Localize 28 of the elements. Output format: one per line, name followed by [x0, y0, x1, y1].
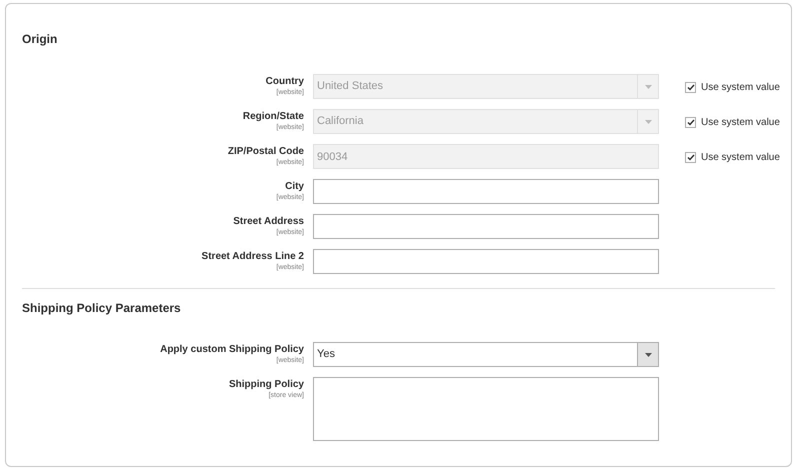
check-icon [686, 154, 694, 161]
text-field[interactable] [313, 179, 659, 204]
checkbox-label: Use system value [701, 116, 780, 130]
text-field[interactable] [313, 249, 659, 274]
checkbox-label: Use system value [701, 151, 780, 165]
field-label: ZIP/Postal Code [228, 146, 304, 158]
caret-icon [644, 120, 652, 124]
checkbox-label: Use system value [701, 81, 780, 95]
field-label: Region/State [242, 111, 304, 123]
text-area[interactable] [313, 377, 659, 441]
check-icon [686, 84, 694, 91]
dropdown-button[interactable] [637, 343, 658, 366]
caret-icon [644, 84, 652, 88]
caret-icon [644, 352, 652, 356]
field-label: Country [266, 76, 304, 88]
field-label: Street Address Line 2 [202, 251, 304, 263]
section-title: Shipping Policy Parameters [22, 301, 182, 315]
field-label: Apply custom Shipping Policy [160, 344, 304, 356]
section-title: Origin [22, 32, 58, 46]
select-value: Yes [316, 347, 336, 362]
select-value: California [316, 114, 364, 130]
check-icon [686, 119, 694, 126]
field-label: City [285, 181, 304, 193]
select-field[interactable]: Yes [313, 342, 659, 367]
field-label: Street Address [233, 216, 304, 228]
text-field[interactable] [313, 214, 659, 239]
field-label: Shipping Policy [228, 379, 304, 391]
select-value: United States [316, 79, 384, 94]
